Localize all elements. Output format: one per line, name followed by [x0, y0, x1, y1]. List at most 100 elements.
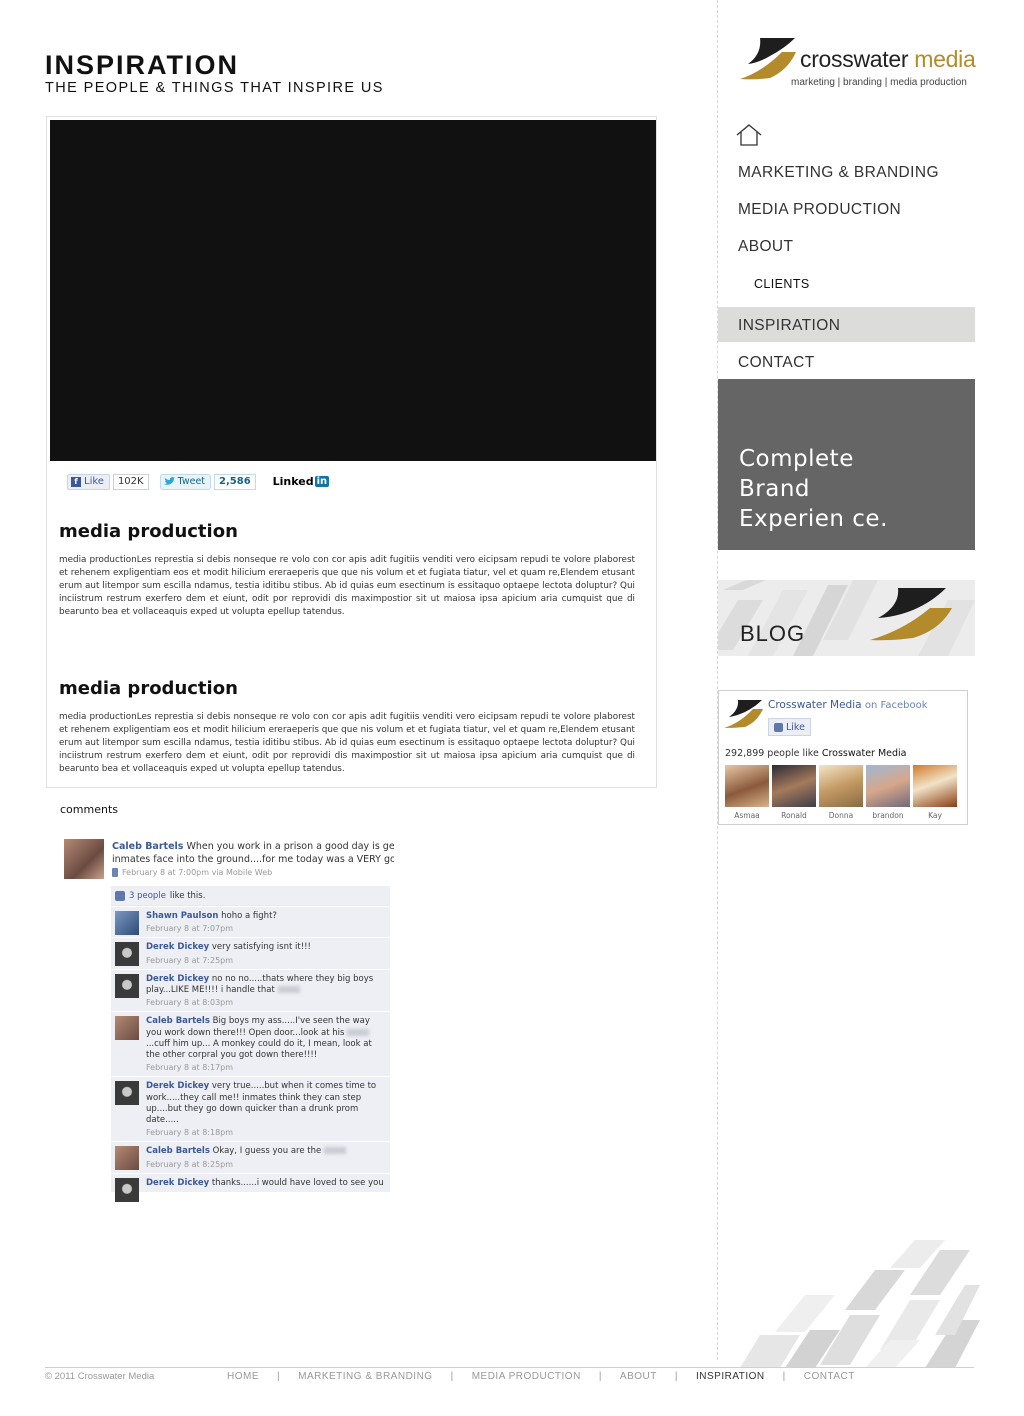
comment: Derek Dickey very satisfying isnt it!!! … — [111, 938, 390, 970]
comment: Caleb Bartels Okay, I guess you are the … — [111, 1142, 390, 1174]
footer-link-media-production[interactable]: MEDIA PRODUCTION — [472, 1371, 581, 1382]
thumbs-up-icon — [115, 890, 125, 901]
fan-name: brandon — [872, 811, 904, 820]
comment-text: thanks......i would have loved to see yo… — [211, 1177, 384, 1188]
nav-item-contact[interactable]: CONTACT — [718, 346, 975, 383]
fan-item[interactable]: Donna — [819, 765, 863, 820]
footer-copyright: © 2011 Crosswater Media — [45, 1371, 155, 1382]
redacted-text — [277, 986, 300, 994]
footer-link-inspiration[interactable]: INSPIRATION — [696, 1371, 765, 1382]
footer-link-about[interactable]: ABOUT — [620, 1371, 657, 1382]
facebook-like-button[interactable]: f Like — [67, 473, 110, 490]
nav-item-marketing-branding[interactable]: MARKETING & BRANDING — [718, 156, 975, 193]
nav-item-about[interactable]: ABOUT — [718, 230, 975, 267]
comment-time: February 8 at 8:18pm — [146, 1128, 234, 1138]
linkedin-icon: in — [314, 476, 330, 487]
fan-count-page: Crosswater Media — [821, 748, 907, 759]
footer-link-contact[interactable]: CONTACT — [804, 1371, 855, 1382]
mobile-icon — [112, 868, 118, 877]
avatar — [913, 765, 957, 807]
footer-separator: | — [598, 1371, 602, 1382]
avatar — [819, 765, 863, 807]
facebook-page-link[interactable]: Crosswater Media — [768, 699, 862, 711]
linkedin-share-button[interactable]: Linked in — [273, 475, 330, 488]
comment-author[interactable]: Derek Dickey — [146, 1178, 209, 1188]
comment-author[interactable]: Caleb Bartels — [146, 1146, 210, 1156]
fan-item[interactable]: Asmaa — [725, 765, 769, 820]
comment: Caleb Bartels Big boys my ass.....I've s… — [111, 1012, 390, 1078]
avatar — [115, 1177, 139, 1202]
blog-banner[interactable]: BLOG — [718, 580, 975, 656]
fan-item[interactable]: Kay — [913, 765, 957, 820]
avatar — [115, 1016, 139, 1041]
comment-time: February 8 at 8:17pm — [146, 1063, 234, 1073]
avatar — [115, 973, 139, 998]
likes-text: like this. — [169, 890, 206, 901]
section-title: media production — [59, 521, 238, 542]
facebook-on-label: on Facebook — [864, 700, 928, 711]
comment-author[interactable]: Shawn Paulson — [146, 911, 218, 921]
comment-author[interactable]: Derek Dickey — [146, 974, 209, 984]
section-body: media productionLes represtia si debis n… — [59, 712, 635, 774]
avatar — [115, 1081, 139, 1106]
fan-name: Kay — [928, 811, 942, 820]
fan-item[interactable]: Ronald — [772, 765, 816, 820]
footer-separator: | — [674, 1371, 678, 1382]
comment: Derek Dickey very true.....but when it c… — [111, 1077, 390, 1143]
redacted-text — [347, 1028, 370, 1036]
facebook-icon: f — [71, 476, 81, 487]
facebook-like-button[interactable]: Like — [768, 718, 811, 736]
footer-nav: HOME | MARKETING & BRANDING | MEDIA PROD… — [227, 1371, 855, 1382]
comment-time: February 8 at 8:25pm — [146, 1159, 234, 1169]
video-player[interactable] — [50, 120, 656, 461]
tweet-count: 2,586 — [214, 473, 256, 490]
tweet-button[interactable]: Tweet — [159, 473, 212, 490]
comment-list: Shawn Paulson hoho a fight? February 8 a… — [111, 907, 390, 1202]
blog-label: BLOG — [740, 621, 806, 646]
logo-wordmark: crosswater media — [800, 46, 976, 73]
comment-author[interactable]: Derek Dickey — [146, 1081, 209, 1091]
post-text: Caleb Bartels When you work in a prison … — [112, 840, 394, 866]
avatar — [725, 765, 769, 807]
comment-time: February 8 at 8:03pm — [146, 998, 234, 1008]
nav-item-media-production[interactable]: MEDIA PRODUCTION — [718, 193, 975, 230]
thumbs-up-icon — [774, 722, 783, 732]
avatar — [115, 942, 139, 967]
footer-link-marketing-branding[interactable]: MARKETING & BRANDING — [298, 1371, 432, 1382]
tweet-label: Tweet — [177, 476, 206, 487]
comment-author[interactable]: Derek Dickey — [146, 942, 209, 952]
main-nav: MARKETING & BRANDING MEDIA PRODUCTION AB… — [718, 156, 975, 383]
footer-link-home[interactable]: HOME — [227, 1371, 259, 1382]
content-panel: f Like 102K Tweet 2,586 Linked in media … — [46, 116, 657, 788]
facebook-like-box: Crosswater Media on Facebook Like 292,89… — [718, 690, 968, 825]
share-bar: f Like 102K Tweet 2,586 Linked in — [67, 473, 330, 490]
avatar — [866, 765, 910, 807]
logo-word-crosswater: crosswater — [800, 46, 909, 72]
home-icon[interactable] — [736, 124, 762, 146]
likes-link[interactable]: 3 people — [129, 891, 166, 901]
crosswater-logo-icon — [724, 700, 763, 728]
section-title: media production — [59, 678, 238, 699]
facebook-like-count: 102K — [112, 473, 149, 490]
comment-time: February 8 at 7:07pm — [146, 924, 234, 934]
comment-time: February 8 at 7:25pm — [146, 955, 234, 965]
facebook-page-name: Crosswater Media on Facebook — [768, 699, 928, 711]
decorative-pattern-icon — [740, 1240, 980, 1368]
post-time-text: February 8 at 7:00pm via Mobile Web — [122, 868, 273, 877]
avatar — [115, 1146, 139, 1171]
comment-text: Okay, I guess you are the — [212, 1146, 322, 1157]
post-likes: 3 people like this. — [111, 886, 390, 906]
comment-author[interactable]: Caleb Bartels — [146, 1016, 210, 1026]
fan-item[interactable]: brandon — [866, 765, 910, 820]
fan-faces: Asmaa Ronald Donna brandon Kay — [725, 765, 957, 820]
post-author[interactable]: Caleb Bartels — [112, 841, 183, 852]
nav-item-clients[interactable]: CLIENTS — [718, 267, 975, 302]
comment: Derek Dickey thanks......i would have lo… — [111, 1173, 390, 1202]
nav-item-inspiration[interactable]: INSPIRATION — [718, 307, 975, 342]
redacted-text — [323, 1147, 346, 1155]
comment: Derek Dickey no no no.....thats where th… — [111, 969, 390, 1013]
brand-promo-text: Complete Brand Experien ce. — [739, 446, 888, 532]
footer-separator: | — [782, 1371, 786, 1382]
facebook-post: Caleb Bartels When you work in a prison … — [64, 839, 394, 1209]
fan-name: Ronald — [781, 811, 807, 820]
